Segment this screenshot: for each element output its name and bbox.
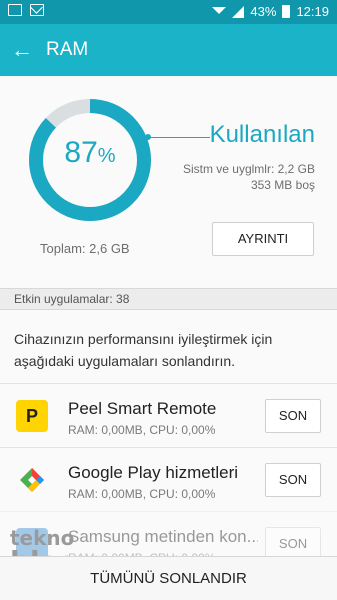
gallery-notification-icon	[8, 4, 22, 16]
callout-line	[148, 137, 210, 138]
page-title: RAM	[46, 39, 89, 60]
instruction-text: Cihazınızın performansını iyileştirmek i…	[14, 331, 273, 369]
battery-percent: 43%	[250, 4, 277, 19]
app-name: Peel Smart Remote	[68, 399, 217, 418]
end-all-button[interactable]: TÜMÜNÜ SONLANDIR	[0, 556, 337, 600]
total-memory: Toplam: 2,6 GB	[40, 241, 130, 256]
clock: 12:19	[296, 4, 329, 19]
ram-usage-percent: 87%	[64, 136, 116, 169]
details-button[interactable]: AYRINTI	[212, 222, 314, 256]
free-memory: 353 MB boş	[250, 178, 315, 192]
ram-usage-panel: 87% Kullanılan Sistm ve uyglmlr: 2,2 GB …	[0, 76, 337, 288]
app-bar: ← RAM	[0, 24, 337, 76]
stop-button[interactable]: SON	[265, 399, 321, 433]
back-arrow-icon[interactable]: ←	[10, 38, 34, 62]
app-stats: RAM: 0,00MB, CPU: 0,00%	[68, 423, 216, 437]
list-item: Google Play hizmetleri RAM: 0,00MB, CPU:…	[0, 447, 337, 511]
used-label: Kullanılan	[209, 121, 315, 148]
running-apps-header: Etkin uygulamalar: 38	[0, 288, 337, 310]
signal-icon	[232, 5, 245, 18]
wifi-icon	[212, 6, 227, 17]
mail-notification-icon	[30, 4, 44, 16]
app-stats: RAM: 0,00MB, CPU: 0,00%	[68, 487, 216, 501]
status-bar: 43% 12:19	[0, 0, 337, 24]
battery-icon	[282, 5, 291, 18]
system-apps-usage: Sistm ve uyglmlr: 2,2 GB	[182, 162, 315, 176]
stop-button[interactable]: SON	[265, 463, 321, 497]
google-play-services-icon	[20, 468, 44, 492]
peel-icon: P	[16, 400, 48, 432]
list-item: P Peel Smart Remote RAM: 0,00MB, CPU: 0,…	[0, 383, 337, 447]
app-name: Google Play hizmetleri	[68, 463, 239, 482]
app-name: Samsung metinden kon...	[68, 527, 258, 546]
